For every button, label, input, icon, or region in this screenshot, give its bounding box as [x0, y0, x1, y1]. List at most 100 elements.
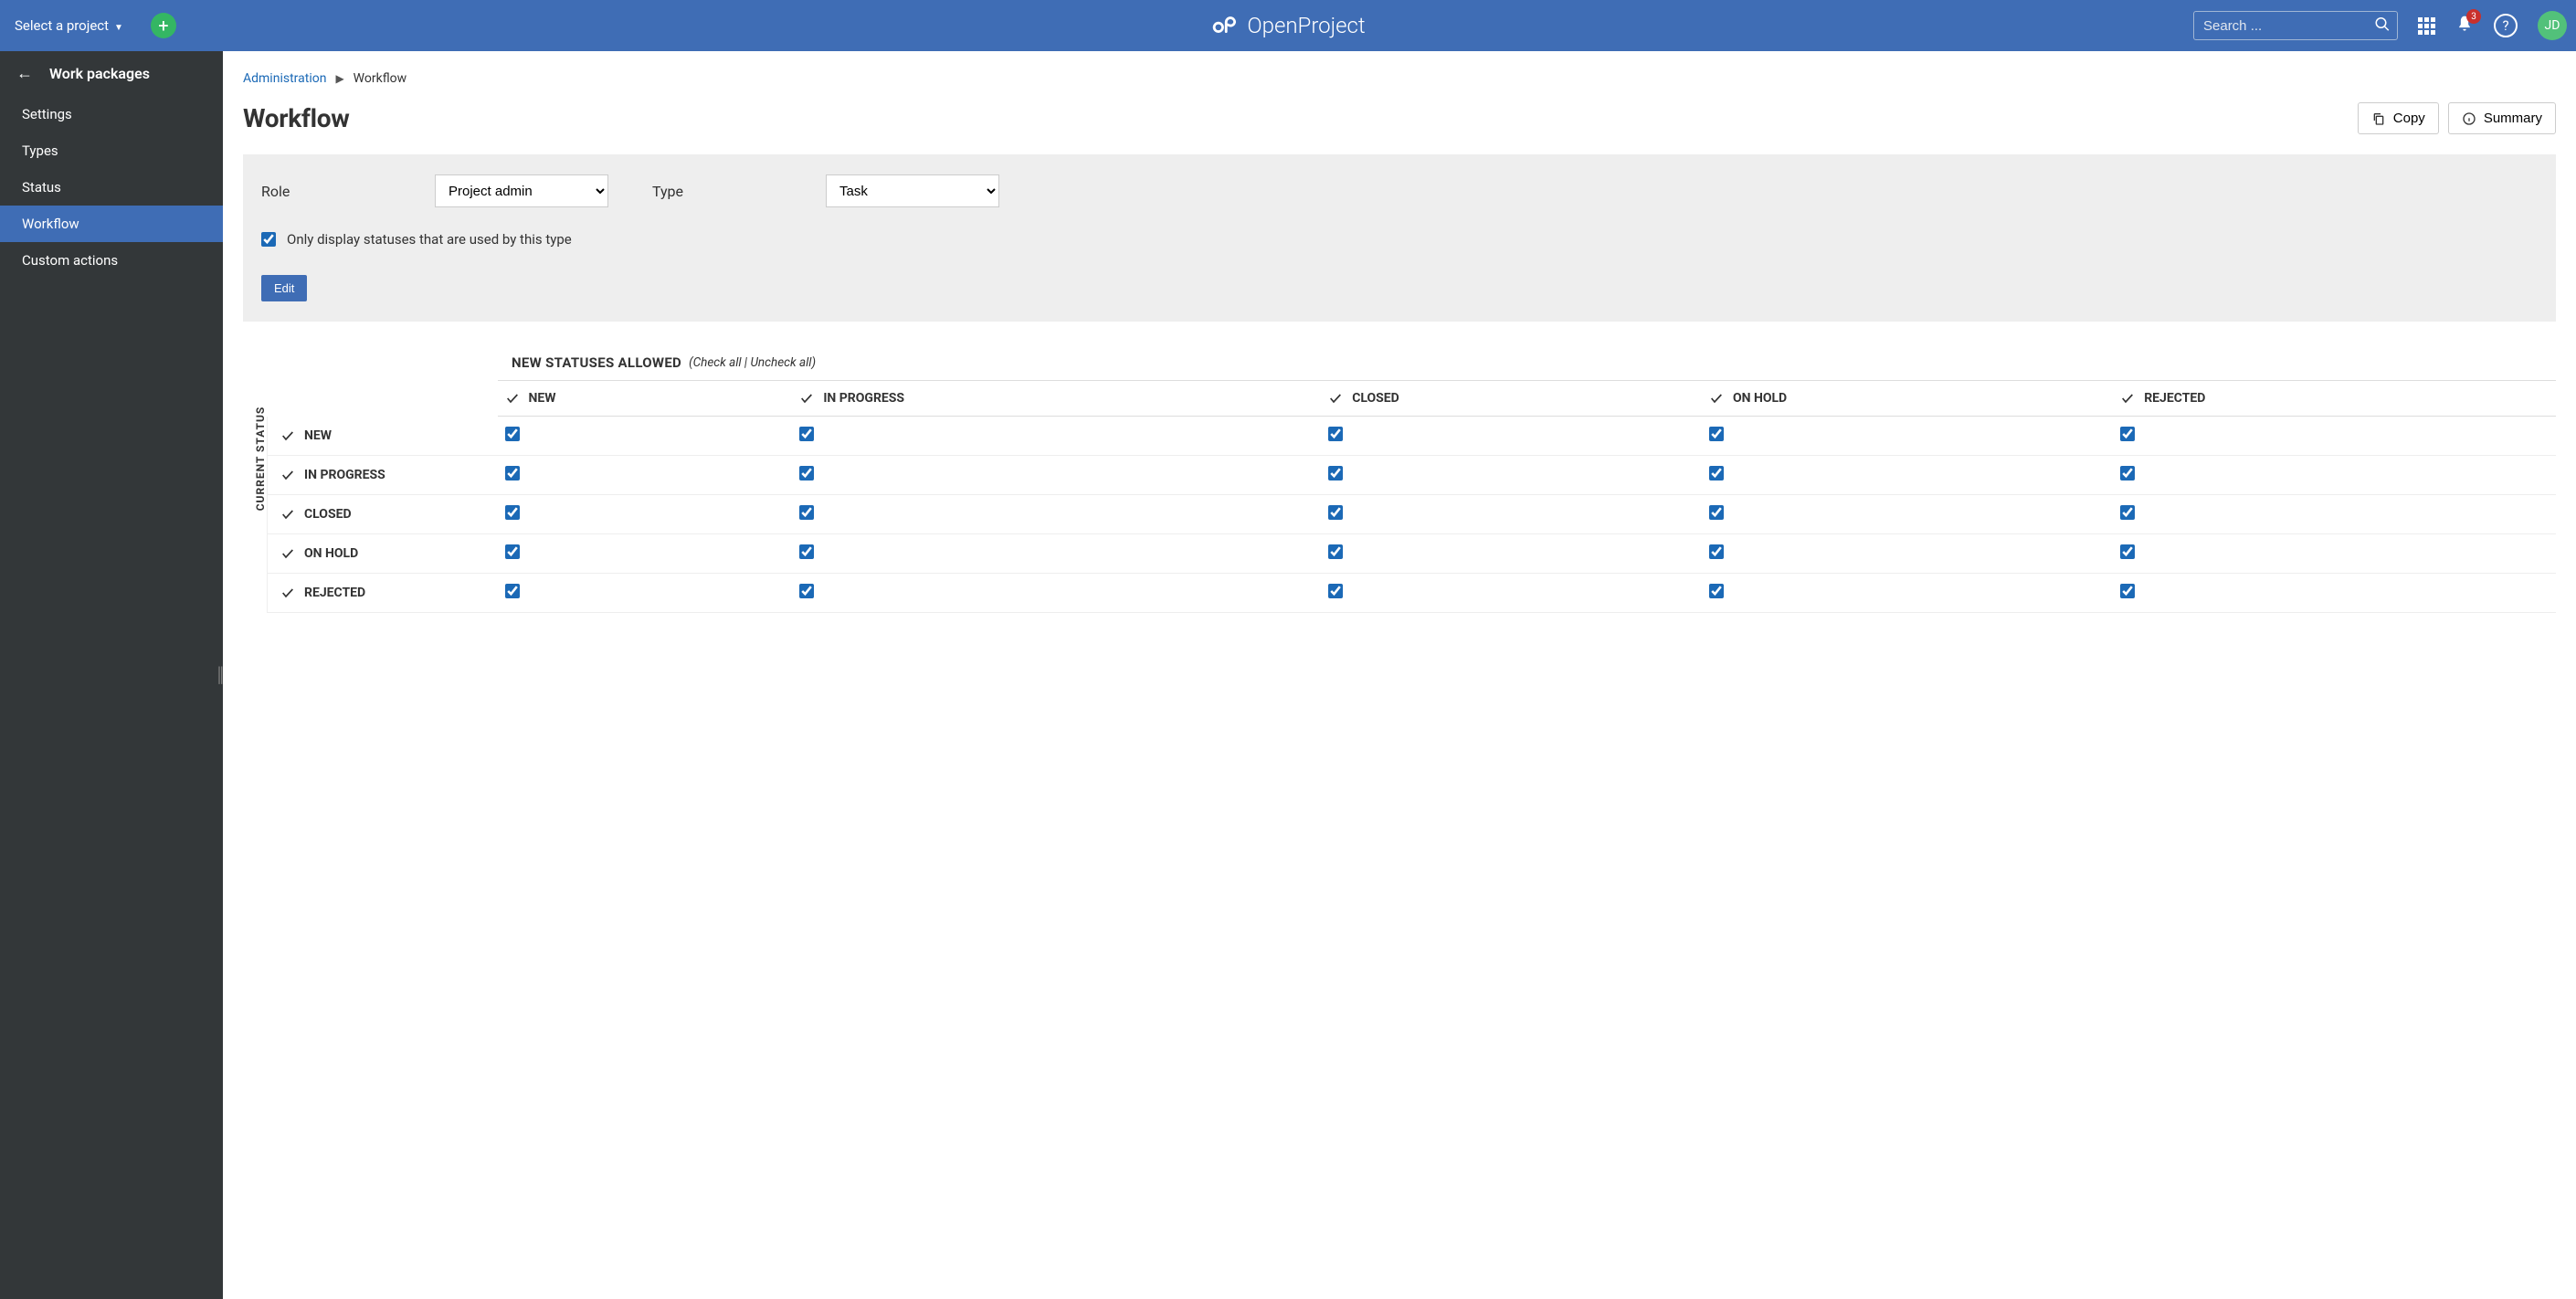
transition-checkbox[interactable] — [1328, 505, 1343, 520]
transition-checkbox[interactable] — [505, 505, 520, 520]
openproject-icon — [1210, 12, 1238, 39]
status-table: NEW STATUSES ALLOWED (Check all | Unchec… — [267, 349, 2556, 613]
sidebar: ← Work packages SettingsTypesStatusWorkf… — [0, 51, 223, 1299]
transition-checkbox[interactable] — [1328, 584, 1343, 598]
transition-checkbox[interactable] — [1328, 427, 1343, 441]
project-selector[interactable]: Select a project — [15, 17, 123, 34]
logo[interactable]: OpenProject — [1210, 12, 1365, 39]
check-all-link[interactable]: Check all — [693, 355, 742, 370]
transition-checkbox[interactable] — [1328, 466, 1343, 481]
avatar[interactable]: JD — [2538, 11, 2567, 40]
column-header[interactable]: NEW — [498, 381, 793, 417]
sidebar-item-workflow[interactable]: Workflow — [0, 206, 223, 242]
sidebar-item-custom-actions[interactable]: Custom actions — [0, 242, 223, 279]
transition-cell — [1321, 534, 1702, 574]
check-icon — [280, 428, 295, 443]
copy-button[interactable]: Copy — [2358, 102, 2439, 134]
caret-down-icon — [114, 17, 123, 34]
row-status-label: CLOSED — [304, 507, 352, 522]
toolbar: Copy Summary — [2358, 102, 2556, 134]
column-header[interactable]: ON HOLD — [1702, 381, 2113, 417]
sidebar-item-types[interactable]: Types — [0, 132, 223, 169]
add-button[interactable]: + — [151, 13, 176, 38]
sidebar-item-status[interactable]: Status — [0, 169, 223, 206]
check-uncheck-wrap: (Check all | Uncheck all) — [689, 355, 816, 370]
uncheck-all-link[interactable]: Uncheck all — [750, 355, 811, 370]
apps-grid-icon[interactable] — [2418, 17, 2435, 35]
filter-row: Role Project admin Type Task — [261, 174, 2538, 207]
sidebar-resize-handle[interactable]: ║ — [216, 666, 226, 684]
breadcrumb-current: Workflow — [354, 71, 407, 86]
transition-checkbox[interactable] — [505, 466, 520, 481]
header-right: 3 ? JD — [2193, 11, 2567, 40]
row-status-cell[interactable]: REJECTED — [268, 574, 498, 613]
column-label: ON HOLD — [1733, 391, 1787, 406]
check-icon — [505, 391, 520, 406]
row-status-label: REJECTED — [304, 586, 365, 600]
transition-checkbox[interactable] — [799, 544, 814, 559]
only-used-checkbox[interactable] — [261, 232, 276, 247]
check-icon — [1709, 391, 1724, 406]
transition-cell — [1321, 417, 1702, 456]
transition-checkbox[interactable] — [505, 427, 520, 441]
row-status-cell[interactable]: NEW — [268, 417, 498, 456]
edit-button[interactable]: Edit — [261, 275, 307, 301]
breadcrumb-root[interactable]: Administration — [243, 71, 326, 86]
row-status-cell[interactable]: IN PROGRESS — [268, 456, 498, 495]
transition-checkbox[interactable] — [505, 544, 520, 559]
search-button[interactable] — [2374, 16, 2391, 36]
new-statuses-header: NEW STATUSES ALLOWED (Check all | Unchec… — [267, 349, 2556, 380]
logo-text: OpenProject — [1247, 13, 1365, 38]
check-icon — [2120, 391, 2135, 406]
row-status-cell[interactable]: CLOSED — [268, 495, 498, 534]
transition-checkbox[interactable] — [2120, 427, 2135, 441]
column-label: NEW — [529, 391, 556, 406]
search-input[interactable] — [2193, 11, 2398, 40]
check-icon — [280, 546, 295, 561]
transition-checkbox[interactable] — [1709, 466, 1724, 481]
back-arrow-icon[interactable]: ← — [16, 64, 33, 83]
transition-checkbox[interactable] — [1328, 544, 1343, 559]
notifications-button[interactable]: 3 — [2455, 15, 2474, 37]
title-row: Workflow Copy Summary — [243, 102, 2556, 134]
row-status-cell[interactable]: ON HOLD — [268, 534, 498, 574]
transition-cell — [2113, 534, 2556, 574]
column-header[interactable]: REJECTED — [2113, 381, 2556, 417]
transition-cell — [792, 456, 1321, 495]
transition-checkbox[interactable] — [2120, 505, 2135, 520]
transition-checkbox[interactable] — [2120, 544, 2135, 559]
role-select[interactable]: Project admin — [435, 174, 608, 207]
transition-checkbox[interactable] — [799, 427, 814, 441]
role-label: Role — [261, 183, 435, 200]
transition-checkbox[interactable] — [2120, 466, 2135, 481]
info-icon — [2462, 111, 2476, 126]
page-title: Workflow — [243, 103, 350, 133]
row-status-label: NEW — [304, 428, 332, 443]
summary-button[interactable]: Summary — [2448, 102, 2556, 134]
breadcrumb: Administration ▶ Workflow — [243, 71, 2556, 86]
transition-checkbox[interactable] — [799, 466, 814, 481]
transition-checkbox[interactable] — [1709, 584, 1724, 598]
column-header[interactable]: CLOSED — [1321, 381, 1702, 417]
transition-checkbox[interactable] — [1709, 544, 1724, 559]
transition-checkbox[interactable] — [1709, 505, 1724, 520]
help-icon: ? — [2502, 17, 2508, 34]
transition-checkbox[interactable] — [1709, 427, 1724, 441]
search-icon — [2374, 16, 2391, 33]
transition-checkbox[interactable] — [2120, 584, 2135, 598]
transition-cell — [1321, 495, 1702, 534]
sidebar-item-settings[interactable]: Settings — [0, 96, 223, 132]
transition-cell — [1321, 574, 1702, 613]
transition-checkbox[interactable] — [799, 505, 814, 520]
row-status-label: ON HOLD — [304, 546, 358, 561]
type-label: Type — [652, 183, 826, 200]
check-icon — [280, 507, 295, 522]
transition-checkbox[interactable] — [505, 584, 520, 598]
transition-cell — [792, 574, 1321, 613]
transition-checkbox[interactable] — [799, 584, 814, 598]
avatar-initials: JD — [2545, 18, 2560, 33]
column-header[interactable]: IN PROGRESS — [792, 381, 1321, 417]
plus-icon: + — [158, 15, 168, 37]
help-button[interactable]: ? — [2494, 14, 2518, 37]
type-select[interactable]: Task — [826, 174, 999, 207]
